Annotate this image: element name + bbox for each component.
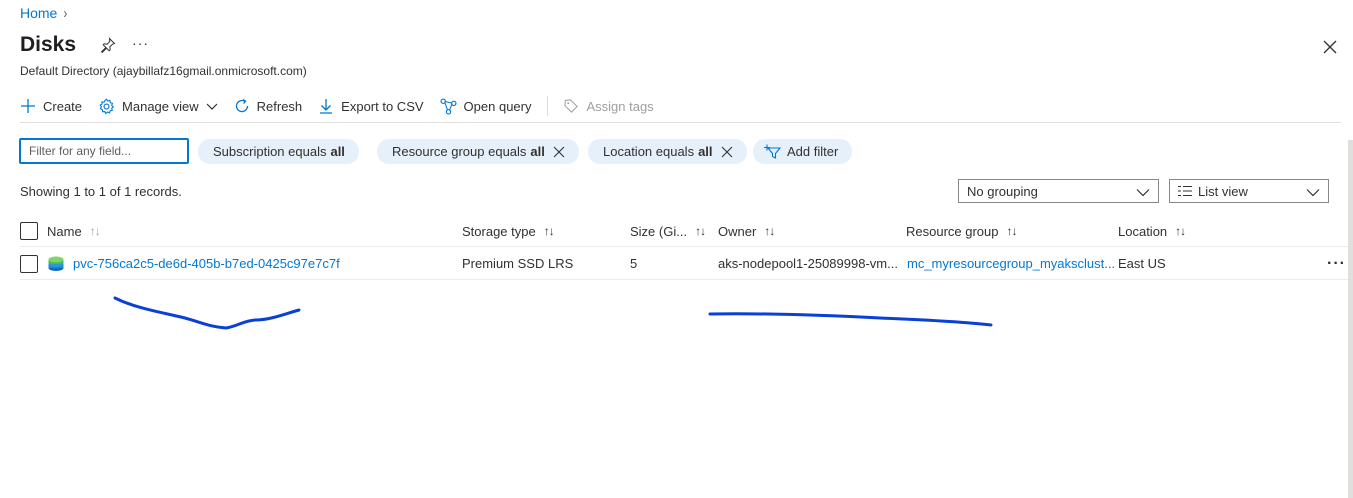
location-filter-value: all [698,144,713,159]
resource-group-filter-pill[interactable]: Resource group equals all [377,139,579,164]
location-filter-label: Location equals [603,144,695,159]
table-row: pvc-756ca2c5-de6d-405b-b7ed-0425c97e7c7f… [20,248,1353,280]
column-header-location[interactable]: Location ↑↓ [1118,216,1186,246]
row-checkbox[interactable] [20,254,38,273]
add-filter-icon [764,144,782,159]
storage-type-cell: Premium SSD LRS [462,256,574,271]
plus-icon [21,99,35,113]
row-more-icon[interactable]: ··· [1327,248,1346,279]
column-header-label: Size (Gi... [630,223,688,239]
subscription-filter-pill[interactable]: Subscription equals all [198,139,359,164]
create-label: Create [43,98,83,114]
refresh-icon [235,98,248,113]
disk-name-link[interactable]: pvc-756ca2c5-de6d-405b-b7ed-0425c97e7c7f [73,256,340,271]
column-header-size[interactable]: Size (Gi... ↑↓ [630,216,706,246]
refresh-label: Refresh [256,98,303,114]
query-icon [440,97,457,115]
subscription-filter-label: Subscription equals [213,144,327,159]
sort-icon: ↑↓ [695,224,706,238]
toolbar-divider [547,96,549,116]
title-row: Disks ··· [20,33,149,57]
column-header-storage-type[interactable]: Storage type ↑↓ [462,216,555,246]
chevron-right-icon: › [63,4,68,22]
export-csv-label: Export to CSV [341,98,424,114]
sort-icon: ↑↓ [1175,224,1186,238]
disk-icon [48,256,64,271]
view-dropdown[interactable]: List view [1169,179,1329,203]
command-bar: Create Manage view Refresh Export to CSV… [20,93,1341,123]
manage-view-label: Manage view [122,98,199,114]
add-filter-label: Add filter [787,144,839,159]
directory-subtitle: Default Directory (ajaybillafz16gmail.on… [20,64,307,78]
sort-icon: ↑↓ [89,224,101,238]
view-selected: List view [1198,183,1248,199]
list-view-icon [1178,185,1192,197]
pin-icon[interactable] [100,37,116,53]
assign-tags-button[interactable]: Assign tags [564,93,654,119]
remove-filter-icon[interactable] [721,146,733,158]
manage-view-button[interactable]: Manage view [98,93,218,119]
column-header-label: Storage type [462,223,536,239]
annotation-underline-owner [708,312,993,327]
column-header-owner[interactable]: Owner ↑↓ [718,216,775,246]
column-header-resource-group[interactable]: Resource group ↑↓ [906,216,1018,246]
download-icon [320,99,333,114]
sort-icon: ↑↓ [543,224,555,238]
column-header-label: Resource group [906,223,999,239]
column-header-label: Location [1118,223,1168,239]
vertical-scrollbar[interactable] [1348,140,1353,498]
open-query-label: Open query [463,98,532,114]
subscription-filter-value: all [330,144,345,159]
chevron-down-icon [1306,189,1320,197]
column-header-name[interactable]: Name ↑↓ [47,216,101,246]
export-csv-button[interactable]: Export to CSV [318,93,424,119]
close-icon[interactable] [1322,39,1338,55]
add-filter-button[interactable]: Add filter [753,139,853,164]
chevron-down-icon [206,103,218,110]
size-cell: 5 [630,256,638,271]
page-title: Disks [20,33,77,56]
sort-icon: ↑↓ [1006,224,1018,238]
resource-group-link[interactable]: mc_myresourcegroup_myaksclust... [907,248,1115,279]
resource-group-filter-label: Resource group equals [392,144,527,159]
records-count: Showing 1 to 1 of 1 records. [20,184,182,199]
refresh-button[interactable]: Refresh [234,93,303,119]
select-all-checkbox[interactable] [20,222,38,240]
grouping-dropdown[interactable]: No grouping [958,179,1159,203]
create-button[interactable]: Create [20,93,82,119]
column-header-label: Name [47,223,82,239]
resource-group-filter-value: all [530,144,545,159]
table-header: Name ↑↓ Storage type ↑↓ Size (Gi... ↑↓ O… [20,216,1353,247]
breadcrumb-home-link[interactable]: Home [20,5,57,21]
filter-input[interactable] [19,138,189,164]
assign-tags-label: Assign tags [586,98,654,114]
grouping-selected: No grouping [967,183,1038,199]
more-options-icon[interactable]: ··· [132,35,149,51]
tag-icon [564,98,579,113]
open-query-button[interactable]: Open query [440,93,532,119]
owner-cell: aks-nodepool1-25089998-vm... [718,256,898,271]
remove-filter-icon[interactable] [553,146,565,158]
annotation-underline-name [113,296,301,330]
sort-icon: ↑↓ [764,224,775,238]
location-cell: East US [1118,256,1166,271]
gear-icon [99,98,115,114]
column-header-label: Owner [718,223,757,239]
location-filter-pill[interactable]: Location equals all [588,139,747,164]
chevron-down-icon [1136,189,1150,197]
breadcrumb: Home › [20,4,68,22]
